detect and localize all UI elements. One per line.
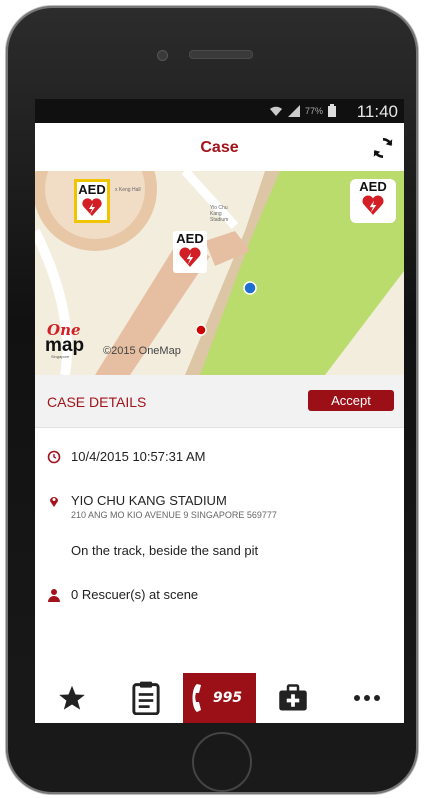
logo-sub: Singapore	[51, 354, 70, 359]
more-icon	[354, 695, 381, 701]
case-description: On the track, beside the sand pit	[71, 543, 259, 558]
map-poi-text: x Keng Hall	[115, 187, 141, 193]
home-button[interactable]	[192, 732, 252, 792]
location-row: YIO CHU KANG STADIUM 210 ANG MO KIO AVEN…	[47, 493, 277, 520]
accept-button[interactable]: Accept	[308, 390, 394, 411]
star-icon	[59, 685, 85, 710]
location-address: 210 ANG MO KIO AVENUE 9 SINGAPORE 569777	[71, 510, 277, 520]
location-block: YIO CHU KANG STADIUM 210 ANG MO KIO AVEN…	[71, 493, 277, 520]
aed-marker[interactable]: AED	[173, 231, 207, 273]
signal-icon	[287, 104, 300, 117]
bottom-tab-bar: 995	[35, 673, 404, 723]
map-view[interactable]: AED x Keng Hall Yio Chu Kang Stadium AED…	[35, 171, 404, 375]
app-bar: Case	[35, 123, 404, 171]
tab-more[interactable]	[330, 673, 404, 723]
tab-medical[interactable]	[256, 673, 330, 723]
aed-marker[interactable]: AED	[350, 179, 396, 223]
rescuer-count: 0 Rescuer(s) at scene	[71, 587, 199, 602]
map-copyright: ©2015 OneMap	[103, 345, 181, 357]
medical-kit-icon	[279, 684, 308, 711]
datetime-row: 10/4/2015 10:57:31 AM	[47, 449, 205, 464]
description-row: On the track, beside the sand pit	[71, 543, 258, 558]
heart-bolt-icon	[179, 247, 201, 267]
map-poi-text: Yio Chu Kang Stadium	[210, 205, 229, 223]
speaker	[189, 50, 253, 59]
heart-bolt-icon	[362, 195, 384, 215]
page-title: Case	[200, 139, 239, 156]
aed-marker[interactable]: AED	[74, 179, 110, 223]
battery-percent: 77%	[304, 105, 323, 116]
status-icons: 77%	[269, 104, 336, 117]
refresh-icon[interactable]	[370, 135, 396, 161]
case-details-header: CASE DETAILS Accept	[35, 375, 404, 428]
tab-cases[interactable]	[109, 673, 183, 723]
aed-label: AED	[359, 179, 387, 194]
tab-call-995[interactable]: 995	[182, 673, 257, 723]
clock-icon	[47, 450, 61, 464]
location-name: YIO CHU KANG STADIUM	[71, 493, 227, 508]
case-datetime: 10/4/2015 10:57:31 AM	[71, 449, 206, 464]
battery-icon	[328, 104, 336, 117]
aed-label: AED	[78, 182, 106, 197]
person-icon	[48, 589, 60, 602]
tab-favorites[interactable]	[35, 673, 109, 723]
case-details-label: CASE DETAILS	[47, 394, 147, 410]
camera	[157, 50, 168, 61]
status-time: 11:40	[356, 102, 398, 121]
heart-bolt-icon	[82, 198, 102, 216]
onemap-logo: One map Singapore	[45, 321, 95, 361]
rescuers-row: 0 Rescuer(s) at scene	[47, 587, 198, 602]
status-bar: 77% 11:40	[35, 99, 404, 123]
wifi-icon	[269, 106, 282, 116]
screen: 77% 11:40 Case AED x Keng Hall Yio Chu K…	[35, 99, 404, 723]
clipboard-icon	[132, 681, 160, 715]
tab-995-label: 995	[212, 690, 243, 706]
aed-label: AED	[176, 231, 204, 246]
map-pin-icon	[50, 497, 58, 507]
phone-frame: 77% 11:40 Case AED x Keng Hall Yio Chu K…	[6, 6, 418, 794]
